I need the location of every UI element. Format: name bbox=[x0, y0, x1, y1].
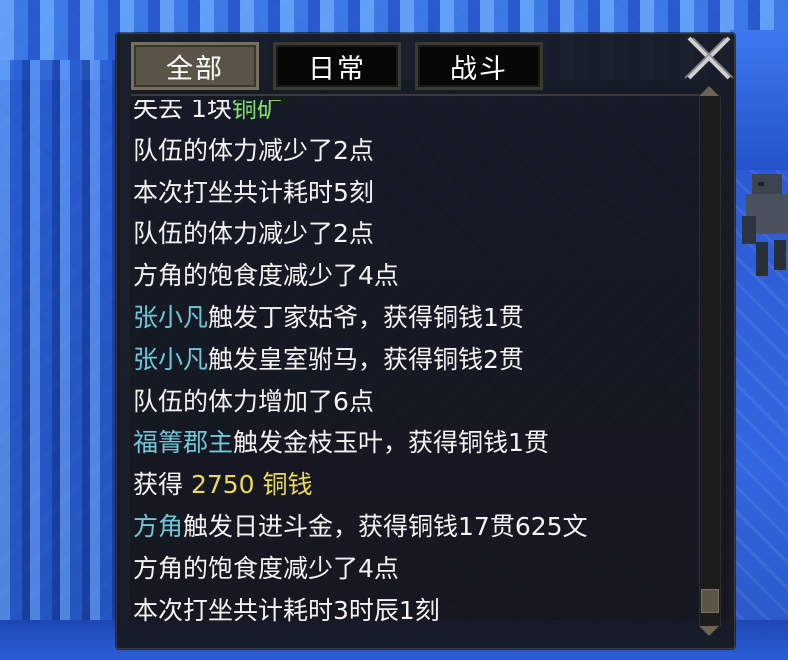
log-line: 本次打坐共计耗时3时辰1刻 bbox=[133, 590, 689, 632]
character-name: 张小凡 bbox=[133, 344, 209, 374]
tab-daily[interactable]: 日常 bbox=[273, 42, 401, 90]
log-text: 触发金枝玉叶，获得铜钱1贯 bbox=[233, 428, 549, 458]
close-button[interactable] bbox=[681, 30, 737, 86]
log-line: 获得 2750 铜钱 bbox=[133, 464, 689, 506]
log-line: 张小凡触发皇室驸马，获得铜钱2贯 bbox=[133, 339, 689, 381]
log-text: 队伍的体力增加了6点 bbox=[133, 386, 374, 416]
currency-amount: 2750 铜钱 bbox=[190, 470, 313, 500]
character-name: 张小凡 bbox=[133, 302, 209, 332]
log-text: 获得 bbox=[133, 470, 191, 500]
character-name: 方角 bbox=[133, 511, 184, 541]
log-line: 方角触发日进斗金，获得铜钱17贯625文 bbox=[133, 506, 689, 548]
log-scroll-area[interactable]: 失去 1块铜矿 队伍的体力减少了2点 本次打坐共计耗时5刻 队伍的体力减少了2点 方角的… bbox=[133, 100, 689, 634]
log-text: 触发丁家姑爷，获得铜钱1贯 bbox=[208, 302, 524, 332]
scrollbar-thumb[interactable] bbox=[701, 588, 719, 613]
log-line: 队伍的体力减少了2点 bbox=[133, 130, 689, 172]
log-text: 本次打坐共计耗时5刻 bbox=[133, 177, 374, 207]
scrollbar-track[interactable] bbox=[699, 96, 721, 626]
tab-divider bbox=[131, 94, 699, 96]
log-tab-bar: 全部 日常 战斗 bbox=[131, 42, 543, 90]
log-text: 触发皇室驸马，获得铜钱2贯 bbox=[208, 344, 524, 374]
ice-block-right bbox=[730, 30, 788, 170]
log-line: 张小凡触发丁家姑爷，获得铜钱1贯 bbox=[133, 297, 689, 339]
log-text: 触发日进斗金，获得铜钱17贯625文 bbox=[183, 511, 588, 541]
log-line: 失去 1块铜矿 bbox=[133, 100, 689, 130]
game-scene: 全部 日常 战斗 失去 1块铜矿 队伍的体力减少了2点 本次打坐共计耗时5刻 队伍的体… bbox=[0, 0, 788, 660]
stone-creature-sprite bbox=[742, 174, 788, 276]
tab-all[interactable]: 全部 bbox=[131, 42, 259, 90]
arrow-down-icon[interactable] bbox=[695, 622, 723, 640]
log-line: 福箐郡主触发金枝玉叶，获得铜钱1贯 bbox=[133, 422, 689, 464]
log-line: 本次打坐共计耗时5刻 bbox=[133, 172, 689, 214]
log-text: 队伍的体力减少了2点 bbox=[133, 135, 374, 165]
character-name: 福箐郡主 bbox=[133, 428, 234, 458]
log-line: 方角的饱食度减少了4点 bbox=[133, 255, 689, 297]
log-scrollbar[interactable] bbox=[695, 82, 723, 640]
log-text: 失去 1块 bbox=[133, 100, 232, 123]
log-text: 方角的饱食度减少了4点 bbox=[133, 553, 399, 583]
log-line: 方角的饱食度减少了4点 bbox=[133, 548, 689, 590]
message-log-window: 全部 日常 战斗 失去 1块铜矿 队伍的体力减少了2点 本次打坐共计耗时5刻 队伍的体… bbox=[116, 33, 735, 649]
log-text: 本次打坐共计耗时3时辰1刻 bbox=[133, 595, 440, 625]
log-list: 失去 1块铜矿 队伍的体力减少了2点 本次打坐共计耗时5刻 队伍的体力减少了2点 方角的… bbox=[133, 100, 689, 631]
close-x-icon bbox=[684, 36, 734, 80]
tab-battle[interactable]: 战斗 bbox=[415, 42, 543, 90]
log-line: 队伍的体力减少了2点 bbox=[133, 213, 689, 255]
item-name: 铜矿 bbox=[231, 100, 282, 123]
log-line: 队伍的体力增加了6点 bbox=[133, 381, 689, 423]
log-text: 方角的饱食度减少了4点 bbox=[133, 261, 399, 291]
ice-crystal-wall bbox=[0, 60, 130, 660]
log-text: 队伍的体力减少了2点 bbox=[133, 219, 374, 249]
